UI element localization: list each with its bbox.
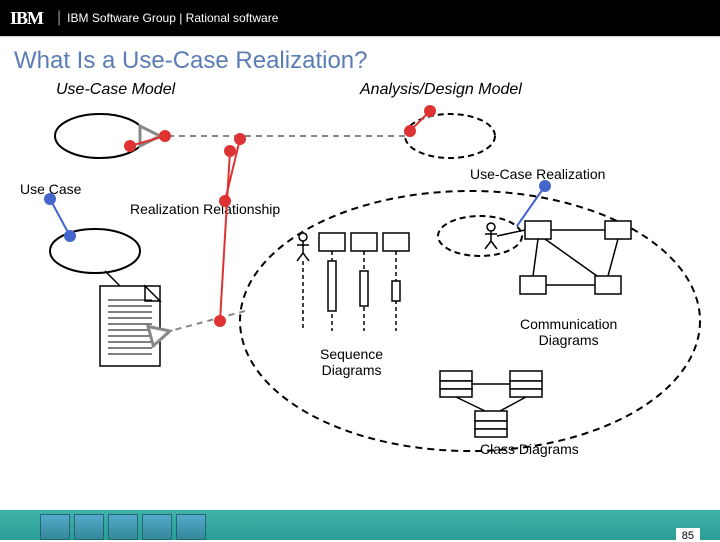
callout-use-case-model xyxy=(130,136,165,146)
callout-ucr xyxy=(510,186,545,236)
callout-realization-rel xyxy=(225,139,240,201)
header-text: IBM Software Group | Rational software xyxy=(67,11,278,25)
use-case-realization-ellipse xyxy=(405,114,495,158)
header-bar: IBM | IBM Software Group | Rational soft… xyxy=(0,0,720,36)
diagram-svg xyxy=(0,81,720,501)
document-icon xyxy=(100,286,160,366)
realization-arrow-bottom xyxy=(170,311,245,331)
label-use-case-model: Use-Case Model xyxy=(56,81,175,99)
sequence-diagram-icon xyxy=(297,233,409,331)
footer-bar: 85 xyxy=(0,510,720,540)
callout-use-case xyxy=(50,199,70,236)
footer-icon xyxy=(74,514,104,540)
doc-to-usecase-line xyxy=(105,271,120,286)
label-use-case: Use Case xyxy=(20,181,81,197)
realization-boundary-ellipse xyxy=(240,191,700,451)
use-case-ellipse-top xyxy=(55,114,145,158)
class-diagram-icon xyxy=(440,371,542,437)
callout-rel-bottom xyxy=(220,151,230,321)
label-analysis-design-model: Analysis/Design Model xyxy=(360,81,522,99)
header-divider: | xyxy=(57,9,61,27)
footer-icon xyxy=(142,514,172,540)
label-sequence-diagrams: Sequence Diagrams xyxy=(320,346,383,378)
page-title: What Is a Use-Case Realization? xyxy=(0,37,720,81)
footer-icons xyxy=(40,510,206,540)
label-communication-diagrams: Communication Diagrams xyxy=(520,316,617,348)
footer-icon xyxy=(108,514,138,540)
footer-icon xyxy=(40,514,70,540)
footer-icon xyxy=(176,514,206,540)
ibm-logo: IBM xyxy=(10,8,43,29)
use-case-ellipse-bottom xyxy=(50,229,140,273)
inner-realization-ellipse xyxy=(438,216,522,256)
label-class-diagrams: Class Diagrams xyxy=(480,441,579,457)
diagram-canvas: Use-Case Model Analysis/Design Model Use… xyxy=(0,81,720,501)
communication-diagram-icon xyxy=(485,221,631,294)
label-realization-relationship: Realization Relationship xyxy=(130,201,280,217)
callout-analysis xyxy=(410,111,430,131)
label-use-case-realization: Use-Case Realization xyxy=(470,166,605,182)
